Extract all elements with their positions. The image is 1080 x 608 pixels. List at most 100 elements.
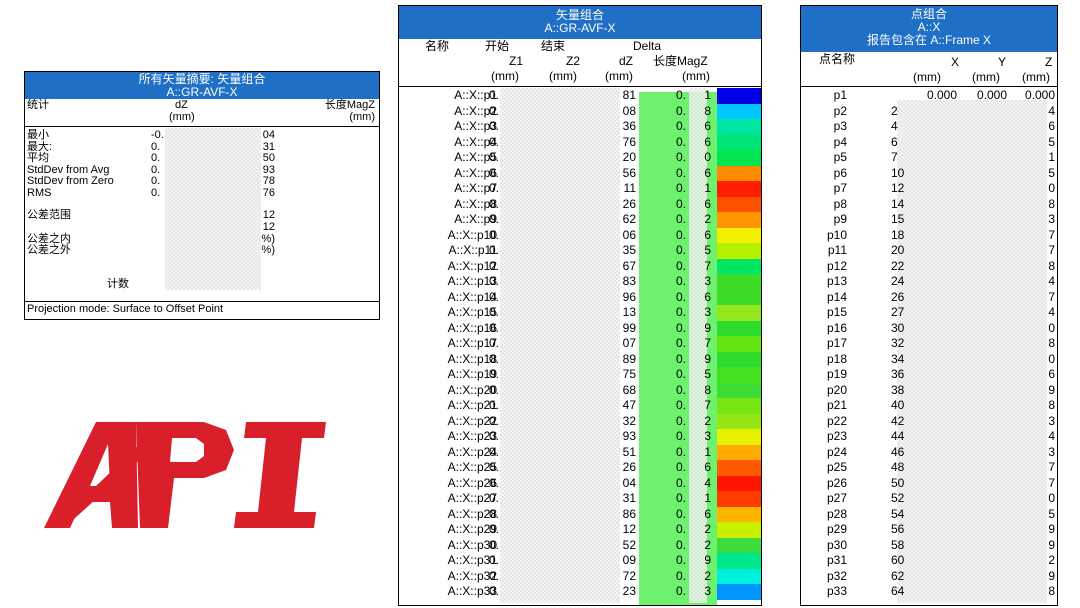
col-y: Y — [998, 55, 1007, 69]
summary-unit-dz: (mm) — [169, 111, 195, 123]
vector-dz: 51 — [622, 444, 636, 459]
point-x: 30 — [891, 320, 905, 335]
unit-z2: (mm) — [549, 69, 577, 83]
point-name: p9 — [833, 212, 847, 226]
point-x: 22 — [891, 258, 905, 273]
table-row: A::X::p5 0. 20 0. 0 — [399, 150, 761, 166]
point-z: 9 — [1048, 568, 1055, 583]
point-name: p18 — [826, 351, 847, 366]
vector-dz: 72 — [622, 568, 636, 583]
vector-z1: 0. — [489, 506, 500, 521]
point-x: 34 — [891, 351, 905, 366]
summary-col-mag: 长度MagZ — [324, 99, 375, 111]
table-row: p13 24 4 — [801, 274, 1057, 290]
point-x: 64 — [891, 584, 905, 598]
vector-z1: 0. — [489, 243, 500, 257]
vector-dz: 52 — [622, 537, 636, 552]
vector-table-subtitle: A::GR-AVF-X — [544, 21, 616, 35]
stat-label: StdDev from Zero — [27, 175, 114, 187]
table-row: A::X::p2 0. 08 0. 8 — [399, 103, 761, 119]
point-z: 0 — [1048, 320, 1055, 335]
color-swatch — [717, 181, 761, 197]
point-name: p29 — [826, 522, 847, 536]
point-table-header: 点组合 A::X 报告包含在 A::Frame X — [801, 6, 1057, 52]
table-row: A::X::p18 0. 89 0. 9 — [399, 351, 761, 367]
col-x: X — [951, 55, 960, 69]
vector-dz: 47 — [622, 398, 636, 412]
stat-dz: 0. — [151, 152, 161, 164]
color-swatch — [717, 413, 761, 429]
vector-dz: 26 — [622, 460, 636, 474]
color-swatch — [717, 212, 761, 228]
color-swatch — [717, 305, 761, 321]
vector-z1: 0. — [489, 444, 500, 459]
point-x: 15 — [891, 212, 905, 226]
vector-mag-prefix: 0. — [676, 196, 687, 211]
vector-mag-suffix: 3 — [704, 429, 711, 443]
vector-mag-suffix: 6 — [704, 289, 711, 304]
table-row: p6 10 5 — [801, 166, 1057, 182]
table-row: p8 14 8 — [801, 197, 1057, 213]
point-x: 40 — [891, 398, 905, 412]
color-swatch — [717, 274, 761, 290]
point-name: p10 — [826, 227, 847, 242]
vector-z1: 0. — [489, 584, 500, 598]
table-row: A::X::p20 0. 68 0. 8 — [399, 382, 761, 398]
point-z: 0 — [1048, 181, 1055, 195]
point-z: 5 — [1048, 165, 1055, 180]
vector-table-header: 矢量组合 A::GR-AVF-X — [399, 6, 761, 39]
vector-z1: 0. — [489, 475, 500, 490]
table-row: A::X::p10 0. 06 0. 6 — [399, 227, 761, 243]
point-x: 54 — [891, 506, 905, 521]
point-name: p15 — [826, 305, 847, 319]
color-swatch — [717, 243, 761, 259]
point-z: 6 — [1048, 367, 1055, 381]
point-z: 6 — [1048, 119, 1055, 133]
vector-mag-prefix: 0. — [676, 88, 687, 102]
point-z: 0 — [1048, 351, 1055, 366]
point-x: 2 — [891, 103, 898, 118]
table-row: A::X::p16 0. 99 0. 9 — [399, 320, 761, 336]
table-row: p21 40 8 — [801, 398, 1057, 414]
vector-mag-prefix: 0. — [676, 444, 687, 459]
point-x: 62 — [891, 568, 905, 583]
vector-mag-suffix: 5 — [704, 367, 711, 381]
vector-mag-suffix: 6 — [704, 506, 711, 521]
vector-mag-suffix: 1 — [704, 181, 711, 195]
vector-mag-prefix: 0. — [676, 181, 687, 195]
summary-unit-mag: (mm) — [349, 111, 375, 123]
point-z: 1 — [1048, 150, 1055, 164]
vector-mag-suffix: 3 — [704, 584, 711, 598]
vector-dz: 11 — [623, 181, 636, 195]
point-name: p11 — [827, 243, 847, 257]
vector-mag-prefix: 0. — [676, 351, 687, 366]
vector-mag-prefix: 0. — [676, 274, 687, 288]
vector-mag-suffix: 6 — [704, 119, 711, 133]
point-x: 32 — [891, 336, 905, 350]
vector-z1: 0. — [489, 413, 500, 428]
vector-mag-prefix: 0. — [676, 367, 687, 381]
vector-z1: 0. — [489, 258, 500, 273]
vector-dz: 56 — [622, 165, 636, 180]
vector-mag-suffix: 3 — [704, 305, 711, 319]
point-name: p8 — [833, 196, 847, 211]
table-row: A::X::p1 0. 81 0. 1 — [399, 88, 761, 104]
table-row: p33 64 8 — [801, 584, 1057, 600]
color-swatch — [717, 475, 761, 491]
point-name: p7 — [833, 181, 847, 195]
vector-dz: 83 — [622, 274, 636, 288]
vector-mag-suffix: 6 — [704, 165, 711, 180]
vector-z1: 0. — [489, 227, 500, 242]
stat-mag: 12 — [262, 221, 275, 233]
vector-summary-panel: 所有矢量摘要: 矢量组合 A::GR-AVF-X 统计 dZ 长度MagZ (m… — [24, 71, 380, 320]
table-row: p7 12 0 — [801, 181, 1057, 197]
point-name: p17 — [826, 336, 847, 350]
table-row: p23 44 4 — [801, 429, 1057, 445]
point-name: p21 — [826, 398, 847, 412]
point-x: 50 — [891, 475, 905, 490]
vector-z1: 0. — [489, 537, 500, 552]
vector-dz: 86 — [622, 506, 636, 521]
stat-mag: %) — [261, 244, 275, 256]
vector-mag-suffix: 7 — [704, 398, 711, 412]
point-z: 5 — [1048, 506, 1055, 521]
